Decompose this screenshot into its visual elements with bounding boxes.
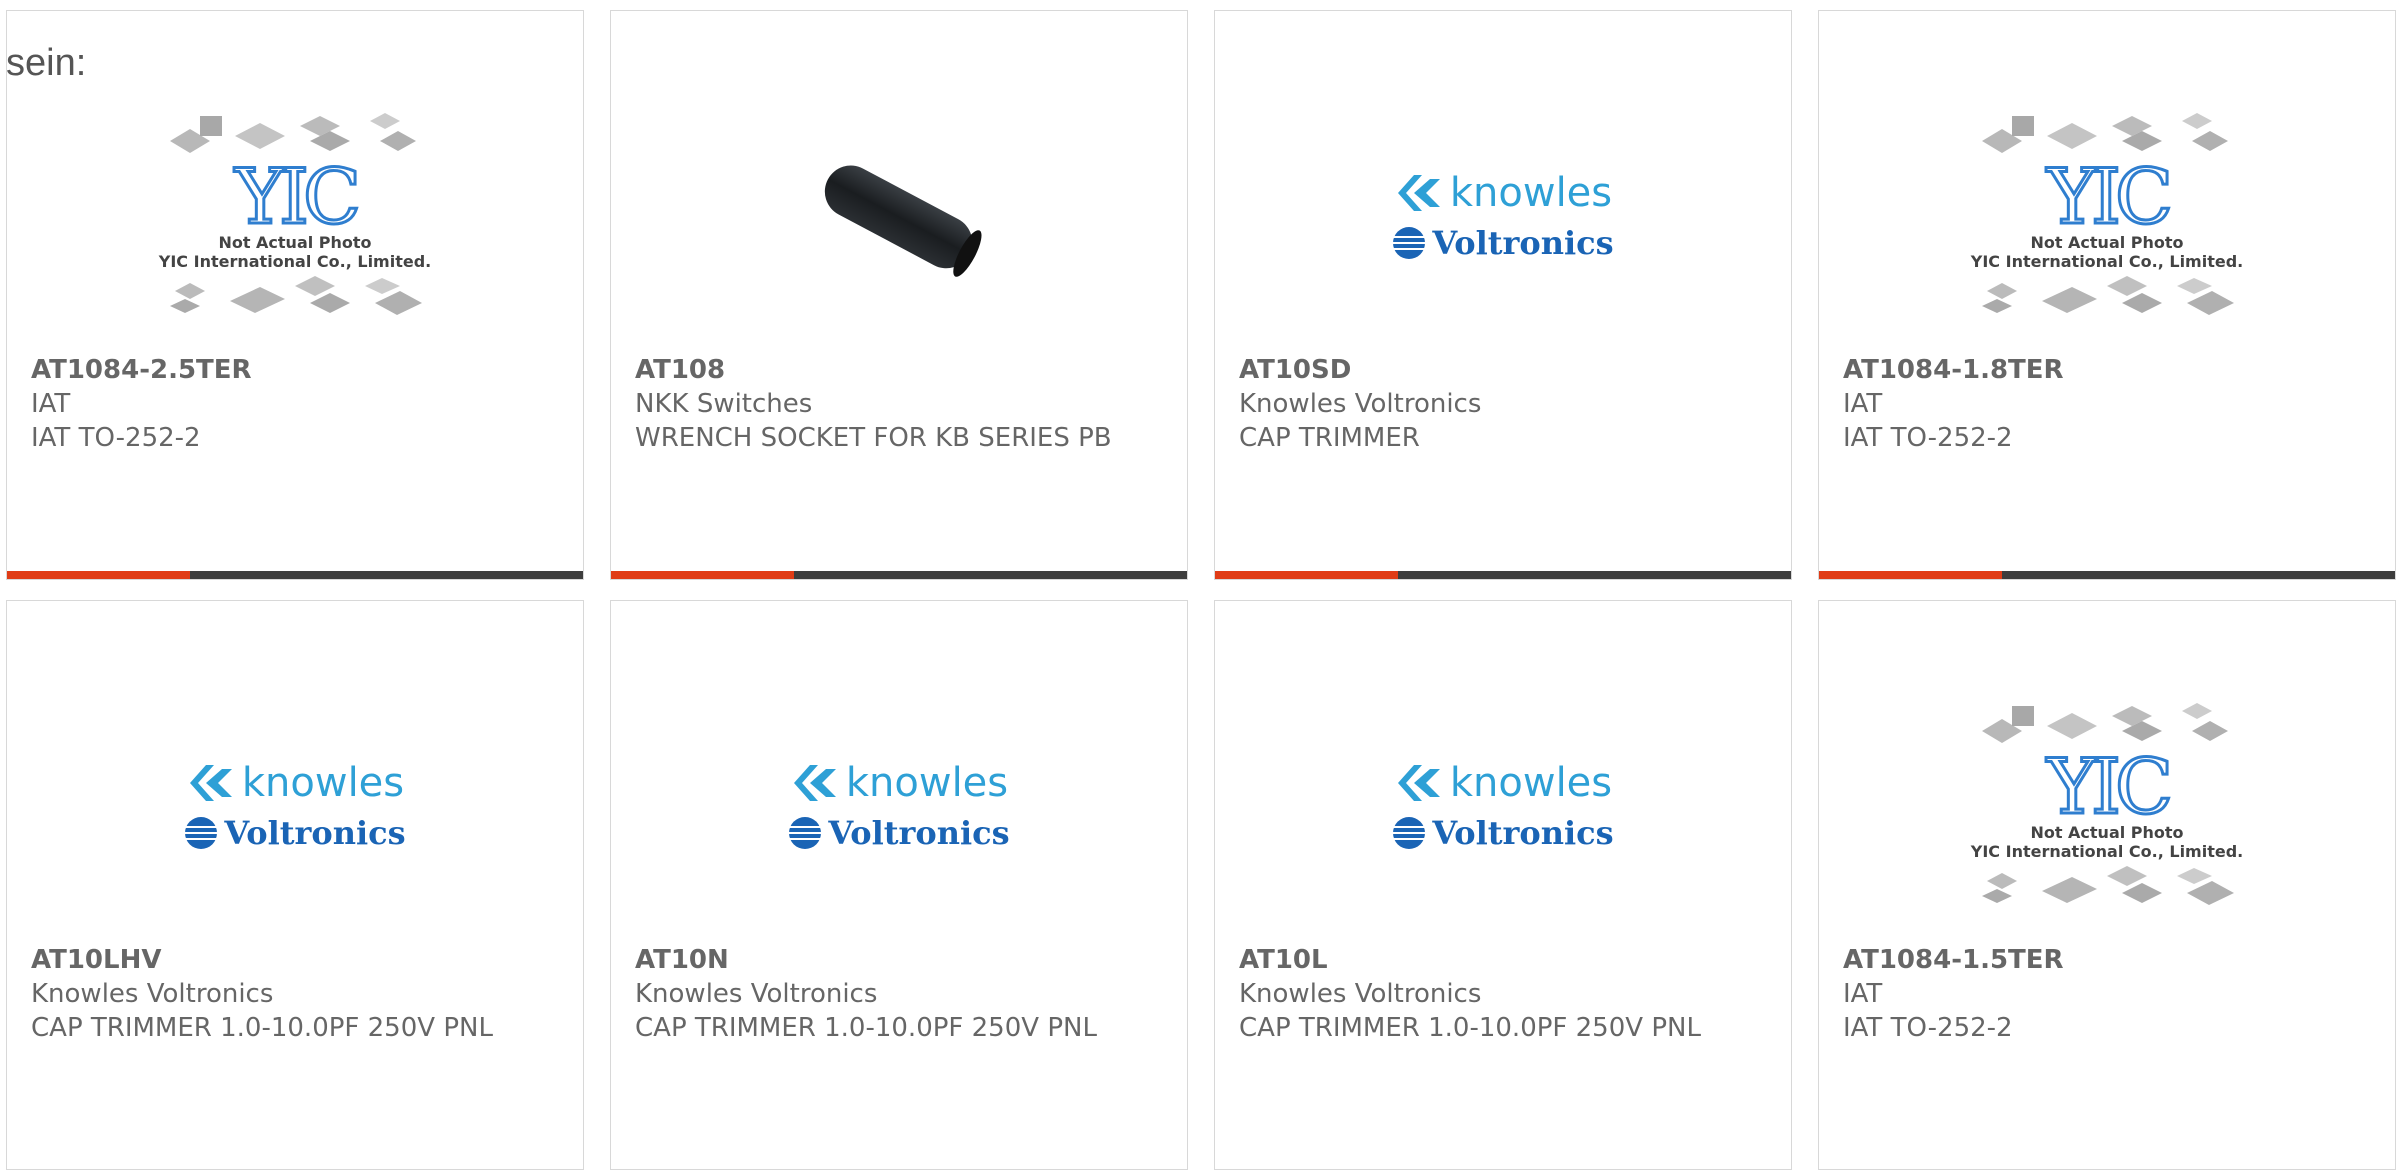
product-info: AT1084-2.5TER IAT IAT TO-252-2 xyxy=(31,353,563,455)
knowles-wordmark: knowles xyxy=(241,760,405,806)
product-image: YIC Not Actual Photo YIC International C… xyxy=(1819,671,2395,941)
description: CAP TRIMMER 1.0-10.0PF 250V PNL xyxy=(31,1013,493,1043)
knowles-wordmark: knowles xyxy=(845,760,1009,806)
manufacturer: IAT xyxy=(1843,389,1883,419)
voltronics-globe-icon xyxy=(789,817,822,849)
knowles-chevron-icon xyxy=(189,765,232,801)
yic-mark: YIC xyxy=(233,152,362,241)
product-info: AT10L Knowles Voltronics CAP TRIMMER 1.0… xyxy=(1239,943,1771,1045)
knowles-voltronics-logo: knowles Voltronics xyxy=(1392,170,1614,262)
product-card[interactable]: knowles Voltronics AT10LHV Knowles Voltr… xyxy=(6,600,584,1170)
knowles-wordmark: knowles xyxy=(1449,170,1613,216)
part-number[interactable]: AT108 xyxy=(635,353,1167,387)
product-info: AT1084-1.5TER IAT IAT TO-252-2 xyxy=(1843,943,2375,1045)
description: CAP TRIMMER 1.0-10.0PF 250V PNL xyxy=(635,1013,1097,1043)
description: WRENCH SOCKET FOR KB SERIES PB xyxy=(635,423,1112,453)
yic-placeholder-logo: YIC Not Actual Photo YIC International C… xyxy=(159,111,431,321)
product-card[interactable]: knowles Voltronics AT10L Knowles Voltron… xyxy=(1214,600,1792,1170)
chip-icons-bottom xyxy=(170,276,422,315)
yic-caption-line1: Not Actual Photo xyxy=(2030,233,2184,252)
chip-icons-bottom xyxy=(1982,866,2234,905)
part-number[interactable]: AT10N xyxy=(635,943,1167,977)
product-info: AT10SD Knowles Voltronics CAP TRIMMER xyxy=(1239,353,1771,455)
card-accent-bar xyxy=(1215,571,1791,579)
yic-caption-line2: YIC International Co., Limited. xyxy=(1970,842,2244,861)
knowles-chevron-icon xyxy=(1397,175,1440,211)
voltronics-wordmark: Voltronics xyxy=(1432,814,1614,852)
part-number[interactable]: AT10L xyxy=(1239,943,1771,977)
product-image: knowles Voltronics xyxy=(1215,671,1791,941)
part-number[interactable]: AT1084-1.8TER xyxy=(1843,353,2375,387)
card-accent-bar xyxy=(1819,571,2395,579)
product-info: AT108 NKK Switches WRENCH SOCKET FOR KB … xyxy=(635,353,1167,455)
black-tube-photo xyxy=(824,165,982,277)
card-accent-bar xyxy=(611,571,1187,579)
product-info: AT10N Knowles Voltronics CAP TRIMMER 1.0… xyxy=(635,943,1167,1045)
product-card[interactable]: YIC Not Actual Photo YIC International C… xyxy=(6,10,584,580)
manufacturer: IAT xyxy=(31,389,71,419)
yic-mark: YIC xyxy=(2045,742,2174,831)
product-image: knowles Voltronics xyxy=(7,671,583,941)
knowles-voltronics-logo: knowles Voltronics xyxy=(1392,760,1614,852)
product-image: knowles Voltronics xyxy=(1215,81,1791,351)
description: IAT TO-252-2 xyxy=(1843,423,2013,453)
voltronics-globe-icon xyxy=(1393,817,1426,849)
voltronics-globe-icon xyxy=(1393,227,1426,259)
voltronics-wordmark: Voltronics xyxy=(828,814,1010,852)
part-number[interactable]: AT1084-1.5TER xyxy=(1843,943,2375,977)
part-number[interactable]: AT1084-2.5TER xyxy=(31,353,563,387)
product-card[interactable]: knowles Voltronics AT10SD Knowles Voltro… xyxy=(1214,10,1792,580)
yic-mark: YIC xyxy=(2045,152,2174,241)
product-card[interactable]: YIC Not Actual Photo YIC International C… xyxy=(1818,10,2396,580)
voltronics-globe-icon xyxy=(185,817,218,849)
product-card[interactable]: AT108 NKK Switches WRENCH SOCKET FOR KB … xyxy=(610,10,1188,580)
manufacturer: Knowles Voltronics xyxy=(31,979,274,1009)
product-image: YIC Not Actual Photo YIC International C… xyxy=(1819,81,2395,351)
product-info: AT1084-1.8TER IAT IAT TO-252-2 xyxy=(1843,353,2375,455)
card-accent-bar xyxy=(7,571,583,579)
knowles-voltronics-logo: knowles Voltronics xyxy=(788,760,1010,852)
yic-caption-line1: Not Actual Photo xyxy=(2030,823,2184,842)
chip-icons-bottom xyxy=(1982,276,2234,315)
voltronics-wordmark: Voltronics xyxy=(1432,224,1614,262)
manufacturer: Knowles Voltronics xyxy=(635,979,878,1009)
description: IAT TO-252-2 xyxy=(31,423,201,453)
description: CAP TRIMMER xyxy=(1239,423,1420,453)
yic-placeholder-logo: YIC Not Actual Photo YIC International C… xyxy=(1971,701,2243,911)
yic-caption-line2: YIC International Co., Limited. xyxy=(1970,252,2244,271)
product-grid: YIC Not Actual Photo YIC International C… xyxy=(6,10,2398,1170)
knowles-chevron-icon xyxy=(793,765,836,801)
product-image: knowles Voltronics xyxy=(611,671,1187,941)
yic-caption-line1: Not Actual Photo xyxy=(218,233,372,252)
yic-caption-line2: YIC International Co., Limited. xyxy=(158,252,432,271)
description: CAP TRIMMER 1.0-10.0PF 250V PNL xyxy=(1239,1013,1701,1043)
product-card[interactable]: YIC Not Actual Photo YIC International C… xyxy=(1818,600,2396,1170)
description: IAT TO-252-2 xyxy=(1843,1013,2013,1043)
page-label: sein: xyxy=(6,42,87,84)
product-card[interactable]: knowles Voltronics AT10N Knowles Voltron… xyxy=(610,600,1188,1170)
voltronics-wordmark: Voltronics xyxy=(224,814,406,852)
knowles-voltronics-logo: knowles Voltronics xyxy=(184,760,406,852)
manufacturer: IAT xyxy=(1843,979,1883,1009)
manufacturer: Knowles Voltronics xyxy=(1239,979,1482,1009)
part-number[interactable]: AT10SD xyxy=(1239,353,1771,387)
part-number[interactable]: AT10LHV xyxy=(31,943,563,977)
product-image xyxy=(611,81,1187,351)
product-info: AT10LHV Knowles Voltronics CAP TRIMMER 1… xyxy=(31,943,563,1045)
knowles-wordmark: knowles xyxy=(1449,760,1613,806)
product-image: YIC Not Actual Photo YIC International C… xyxy=(7,81,583,351)
manufacturer: NKK Switches xyxy=(635,389,813,419)
knowles-chevron-icon xyxy=(1397,765,1440,801)
manufacturer: Knowles Voltronics xyxy=(1239,389,1482,419)
yic-placeholder-logo: YIC Not Actual Photo YIC International C… xyxy=(1971,111,2243,321)
